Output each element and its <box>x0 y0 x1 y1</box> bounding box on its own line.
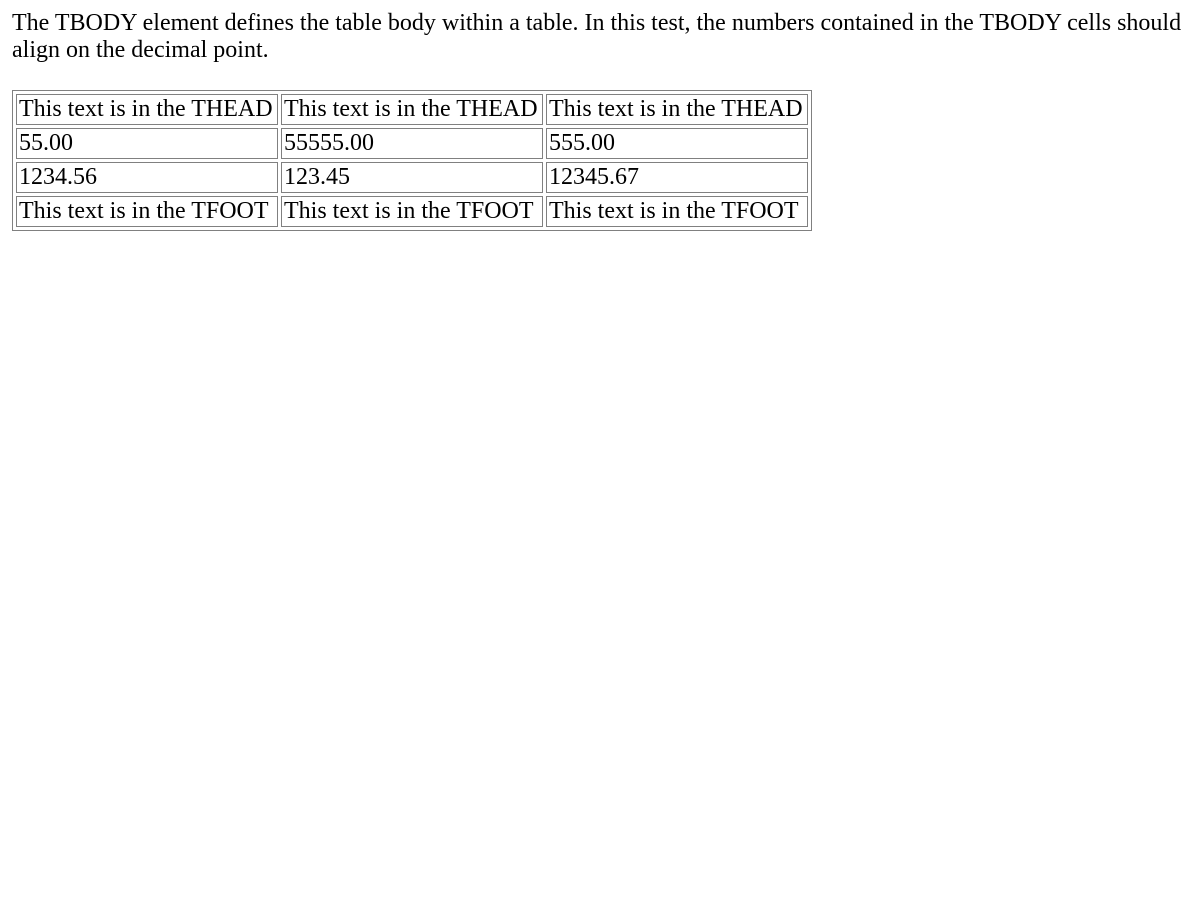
tbody-row: 55.00 55555.00 555.00 <box>16 128 808 159</box>
tbody-cell: 123.45 <box>281 162 543 193</box>
thead-cell: This text is in the THEAD <box>281 94 543 125</box>
tbody-cell: 555.00 <box>546 128 808 159</box>
tbody-cell: 12345.67 <box>546 162 808 193</box>
tfoot-cell: This text is in the TFOOT <box>546 196 808 227</box>
tbody-cell: 55.00 <box>16 128 278 159</box>
tfoot-cell: This text is in the TFOOT <box>16 196 278 227</box>
table-foot: This text is in the TFOOT This text is i… <box>16 196 808 227</box>
tbody-row: 1234.56 123.45 12345.67 <box>16 162 808 193</box>
tbody-cell: 1234.56 <box>16 162 278 193</box>
table-body: 55.00 55555.00 555.00 1234.56 123.45 123… <box>16 128 808 193</box>
thead-cell: This text is in the THEAD <box>546 94 808 125</box>
tbody-cell: 55555.00 <box>281 128 543 159</box>
decimal-align-table: This text is in the THEAD This text is i… <box>12 90 812 231</box>
test-description: The TBODY element defines the table body… <box>12 10 1182 63</box>
tfoot-row: This text is in the TFOOT This text is i… <box>16 196 808 227</box>
thead-row: This text is in the THEAD This text is i… <box>16 94 808 125</box>
thead-cell: This text is in the THEAD <box>16 94 278 125</box>
tfoot-cell: This text is in the TFOOT <box>281 196 543 227</box>
page-content: The TBODY element defines the table body… <box>12 10 1188 231</box>
table-head: This text is in the THEAD This text is i… <box>16 94 808 125</box>
